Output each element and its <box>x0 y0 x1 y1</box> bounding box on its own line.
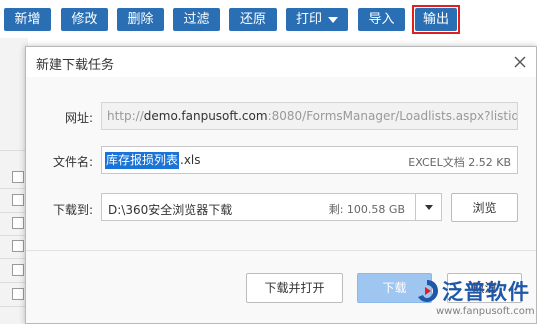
grid-line <box>0 282 28 283</box>
filename-extension: .xls <box>180 153 201 167</box>
path-dropdown-button[interactable] <box>415 194 441 220</box>
chevron-down-icon <box>425 205 433 210</box>
chevron-down-icon <box>328 16 338 23</box>
url-domain: demo.fanpusoft.com <box>143 109 268 123</box>
edit-button[interactable]: 修改 <box>61 8 108 31</box>
url-label: 网址: <box>64 111 93 125</box>
filename-label: 文件名: <box>52 155 93 169</box>
restore-button[interactable]: 还原 <box>229 8 277 31</box>
import-button[interactable]: 导入 <box>358 8 405 31</box>
grid-line <box>0 306 28 307</box>
dialog-divider <box>26 250 536 251</box>
url-prefix: http:// <box>107 109 144 123</box>
close-icon[interactable] <box>510 52 530 72</box>
url-field[interactable]: http://demo.fanpusoft.com:8080/FormsMana… <box>101 102 518 130</box>
free-space-text: 剩: 100.58 GB <box>328 203 405 216</box>
grid-line <box>0 212 28 213</box>
grid-line <box>0 235 28 236</box>
file-type-size: EXCEL文档 2.52 KB <box>408 156 511 169</box>
export-highlight-box <box>412 5 460 34</box>
watermark: 泛普软件 www.fanpusoft.com <box>414 276 537 324</box>
filename-selected-text: 库存报损列表 <box>105 152 180 169</box>
row-checkbox[interactable] <box>12 288 24 300</box>
url-value: http://demo.fanpusoft.com:8080/FormsMana… <box>107 109 517 123</box>
download-to-label: 下载到: <box>52 203 93 217</box>
row-checkbox[interactable] <box>12 171 24 183</box>
grid-line <box>0 258 28 259</box>
filter-button[interactable]: 过滤 <box>173 8 220 31</box>
row-checkbox[interactable] <box>12 240 24 252</box>
add-button[interactable]: 新增 <box>4 8 51 31</box>
watermark-url: www.fanpusoft.com <box>436 306 535 317</box>
row-checkbox[interactable] <box>12 264 24 276</box>
print-label: 打印 <box>295 12 322 27</box>
row-checkbox[interactable] <box>12 217 24 229</box>
browse-button[interactable]: 浏览 <box>451 193 518 222</box>
toolbar: 新增 修改 删除 过滤 还原 打印 导入 输出 <box>0 0 537 38</box>
dialog-title: 新建下载任务 <box>36 58 115 73</box>
background-grid <box>0 38 28 324</box>
download-path-value: D:\360安全浏览器下载 <box>108 203 233 217</box>
row-checkbox[interactable] <box>12 194 24 206</box>
fanpu-logo-icon <box>418 280 438 302</box>
grid-line <box>0 188 28 189</box>
filename-field[interactable]: 库存报损列表 .xls EXCEL文档 2.52 KB <box>101 146 518 174</box>
print-button[interactable]: 打印 <box>286 8 348 31</box>
grid-line <box>0 150 28 151</box>
dialog-header: 新建下载任务 <box>26 47 536 77</box>
url-rest: :8080/FormsManager/Loadlists.aspx?listid… <box>267 109 517 123</box>
delete-button[interactable]: 删除 <box>117 8 164 31</box>
watermark-name: 泛普软件 <box>442 280 530 304</box>
download-path-select[interactable]: D:\360安全浏览器下载 剩: 100.58 GB <box>101 193 442 221</box>
download-and-open-button[interactable]: 下载并打开 <box>246 273 343 303</box>
